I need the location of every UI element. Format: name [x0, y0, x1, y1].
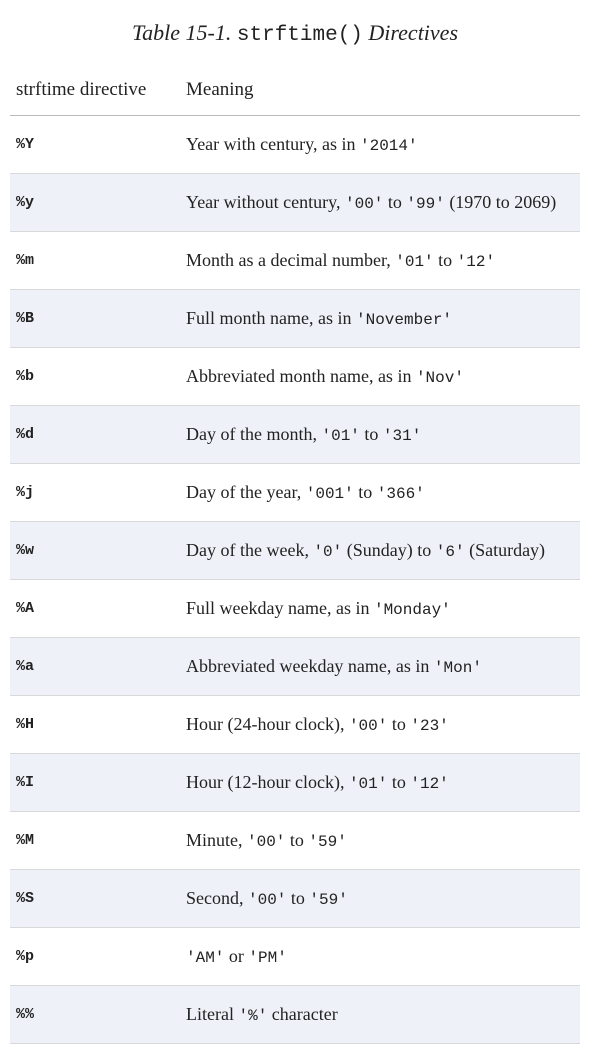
table-row: %SSecond, '00' to '59' [10, 870, 580, 928]
cell-meaning: Hour (24-hour clock), '00' to '23' [180, 696, 580, 754]
cell-directive: %w [10, 522, 180, 580]
table-row: %YYear with century, as in '2014' [10, 116, 580, 174]
header-directive: strftime directive [10, 69, 180, 116]
header-row: strftime directive Meaning [10, 69, 580, 116]
cell-directive: %I [10, 754, 180, 812]
cell-directive: %d [10, 406, 180, 464]
cell-meaning: Year with century, as in '2014' [180, 116, 580, 174]
table-row: %AFull weekday name, as in 'Monday' [10, 580, 580, 638]
cell-meaning: Literal '%' character [180, 986, 580, 1044]
cell-directive: %y [10, 174, 180, 232]
cell-meaning: Full weekday name, as in 'Monday' [180, 580, 580, 638]
cell-meaning: Hour (12-hour clock), '01' to '12' [180, 754, 580, 812]
table-caption: Table 15-1. strftime() Directives [10, 18, 580, 49]
table-row: %dDay of the month, '01' to '31' [10, 406, 580, 464]
cell-meaning: Abbreviated weekday name, as in 'Mon' [180, 638, 580, 696]
cell-directive: %Y [10, 116, 180, 174]
cell-directive: %b [10, 348, 180, 406]
table-row: %jDay of the year, '001' to '366' [10, 464, 580, 522]
cell-directive: %j [10, 464, 180, 522]
cell-directive: %p [10, 928, 180, 986]
page-content: Table 15-1. strftime() Directives strfti… [10, 18, 580, 1044]
table-row: %p'AM' or 'PM' [10, 928, 580, 986]
table-row: %MMinute, '00' to '59' [10, 812, 580, 870]
cell-meaning: 'AM' or 'PM' [180, 928, 580, 986]
directives-table: strftime directive Meaning %YYear with c… [10, 69, 580, 1044]
cell-directive: %a [10, 638, 180, 696]
table-row: %IHour (12-hour clock), '01' to '12' [10, 754, 580, 812]
table-row: %mMonth as a decimal number, '01' to '12… [10, 232, 580, 290]
cell-directive: %m [10, 232, 180, 290]
caption-suffix: Directives [363, 20, 458, 45]
cell-meaning: Year without century, '00' to '99' (1970… [180, 174, 580, 232]
cell-meaning: Day of the week, '0' (Sunday) to '6' (Sa… [180, 522, 580, 580]
cell-directive: %M [10, 812, 180, 870]
cell-directive: %S [10, 870, 180, 928]
cell-meaning: Abbreviated month name, as in 'Nov' [180, 348, 580, 406]
table-row: %yYear without century, '00' to '99' (19… [10, 174, 580, 232]
cell-meaning: Day of the year, '001' to '366' [180, 464, 580, 522]
table-row: %wDay of the week, '0' (Sunday) to '6' (… [10, 522, 580, 580]
cell-directive: %A [10, 580, 180, 638]
caption-code: strftime() [237, 24, 363, 47]
cell-meaning: Month as a decimal number, '01' to '12' [180, 232, 580, 290]
cell-directive: %H [10, 696, 180, 754]
table-row: %bAbbreviated month name, as in 'Nov' [10, 348, 580, 406]
cell-directive: %B [10, 290, 180, 348]
cell-meaning: Minute, '00' to '59' [180, 812, 580, 870]
table-row: %aAbbreviated weekday name, as in 'Mon' [10, 638, 580, 696]
table-row: %BFull month name, as in 'November' [10, 290, 580, 348]
cell-directive: %% [10, 986, 180, 1044]
header-meaning: Meaning [180, 69, 580, 116]
caption-prefix: Table 15-1. [132, 20, 237, 45]
table-row: %HHour (24-hour clock), '00' to '23' [10, 696, 580, 754]
cell-meaning: Day of the month, '01' to '31' [180, 406, 580, 464]
cell-meaning: Second, '00' to '59' [180, 870, 580, 928]
table-row: %%Literal '%' character [10, 986, 580, 1044]
cell-meaning: Full month name, as in 'November' [180, 290, 580, 348]
